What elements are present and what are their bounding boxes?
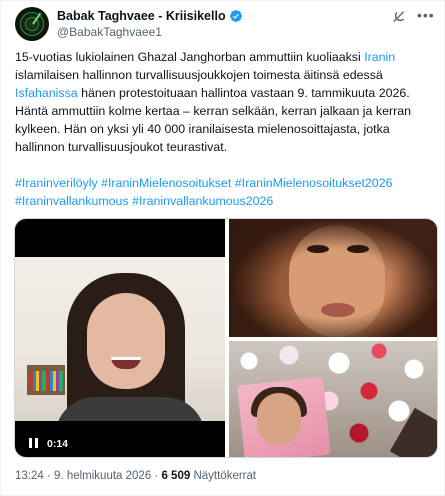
tweet-card: Babak Taghvaee - Kriisikello @BabakTaghv… — [0, 0, 445, 496]
portrait-lips — [321, 303, 355, 317]
media-grid: 0:14 — [14, 218, 438, 458]
hashtag-link[interactable]: #IraninMielenosoitukset — [101, 176, 231, 190]
verified-badge-icon — [229, 10, 242, 22]
tweet-header: Babak Taghvaee - Kriisikello @BabakTaghv… — [15, 7, 435, 43]
footer-separator: · — [154, 470, 159, 482]
views-label: Näyttökerrat — [193, 470, 257, 482]
tweet-text-part: 15-vuotias lukiolainen Ghazal Janghorban… — [15, 50, 365, 64]
more-options-icon[interactable]: ••• — [417, 8, 435, 25]
grok-icon[interactable] — [391, 9, 407, 25]
person-face — [87, 293, 165, 389]
name-row: Babak Taghvaee - Kriisikello — [57, 8, 243, 24]
video-frame — [15, 257, 225, 421]
author-display-name[interactable]: Babak Taghvaee - Kriisikello — [57, 9, 226, 23]
hashtag-link-isfahanissa[interactable]: Isfahanissa — [15, 86, 78, 100]
video-controls: 0:14 — [15, 431, 225, 457]
video-player[interactable]: 0:14 — [15, 219, 225, 457]
tweet-text: 15-vuotias lukiolainen Ghazal Janghorban… — [15, 48, 433, 156]
author-handle[interactable]: @BabakTaghvaee1 — [57, 25, 162, 39]
portrait-shadow — [229, 219, 437, 337]
hashtag-link-iranin[interactable]: Iranin — [364, 50, 395, 64]
portrait-eye — [347, 245, 369, 253]
tweet-text-part: islamilaisen hallinnon turvallisuusjoukk… — [15, 68, 383, 82]
tweet-footer: 13:24 · 9. helmikuuta 2026 · 6 509 Näytt… — [15, 470, 256, 482]
views-count: 6 509 — [161, 470, 191, 482]
video-time: 0:14 — [47, 438, 69, 450]
avatar[interactable] — [15, 7, 49, 41]
post-date[interactable]: 9. helmikuuta 2026 — [54, 470, 151, 482]
hashtag-link[interactable]: #Iraninverilöyly — [15, 176, 98, 190]
books — [29, 371, 63, 391]
hashtag-link[interactable]: #IraninMielenosoitukset2026 — [235, 176, 393, 190]
hashtag-link[interactable]: #Iraninvallankumous2026 — [132, 194, 273, 208]
pause-icon[interactable] — [29, 438, 39, 450]
hashtag-list: #Iraninverilöyly #IraninMielenosoitukset… — [15, 174, 433, 210]
person-shoulders — [55, 397, 205, 421]
photo-portrait[interactable] — [229, 219, 437, 337]
memorial-portrait-face — [257, 393, 301, 445]
footer-separator: · — [46, 470, 51, 482]
post-time[interactable]: 13:24 — [15, 470, 44, 482]
portrait-eye — [307, 245, 329, 253]
photo-memorial-flowers[interactable] — [229, 341, 437, 457]
hashtag-link[interactable]: #Iraninvallankumous — [15, 194, 129, 208]
